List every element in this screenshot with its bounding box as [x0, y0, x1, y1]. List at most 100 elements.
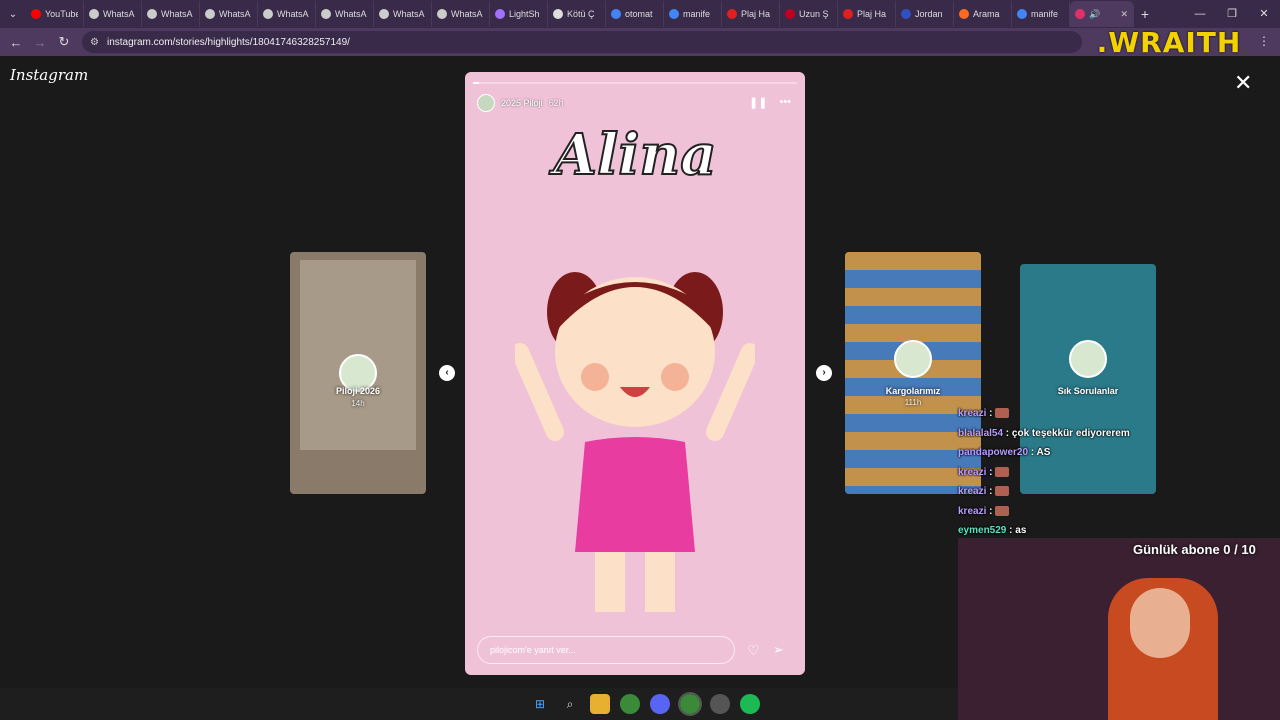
story-preview-left[interactable]: Piloji 2026 14h: [290, 252, 426, 494]
forward-arrow-icon[interactable]: →: [28, 35, 52, 50]
tab-label: Plaj Ha: [741, 9, 771, 19]
browser-tab[interactable]: Kötü Ç: [548, 1, 606, 27]
close-window-button[interactable]: ✕: [1248, 0, 1280, 28]
story-preview-avatar: [1069, 340, 1107, 378]
story-artwork-name: Alina: [553, 121, 718, 189]
tab-favicon-icon: [205, 9, 215, 19]
chrome-active-icon[interactable]: [678, 692, 702, 716]
heart-icon[interactable]: ♡: [747, 642, 760, 659]
browser-tab[interactable]: manife: [1012, 1, 1070, 27]
chat-separator: :: [986, 505, 996, 517]
address-bar-row: ← → ↻ ⚙ instagram.com/stories/highlights…: [0, 28, 1280, 56]
story-age: 62h: [548, 98, 564, 108]
tab-label: manife: [683, 9, 711, 19]
chat-separator: :: [1003, 427, 1012, 439]
tab-favicon-icon: [669, 9, 679, 19]
back-arrow-icon[interactable]: ←: [4, 35, 28, 50]
tab-favicon-icon: [901, 9, 911, 19]
tab-search-icon[interactable]: ⌄: [0, 0, 26, 28]
tab-label: Arama: [973, 9, 1000, 19]
browser-tab[interactable]: manife: [664, 1, 722, 27]
browser-tab[interactable]: Plaj Ha: [722, 1, 780, 27]
previous-story-arrow-icon[interactable]: ‹: [439, 365, 455, 381]
tab-favicon-icon: [437, 9, 447, 19]
browser-tab[interactable]: WhatsA: [432, 1, 490, 27]
browser-tab[interactable]: Jordan: [896, 1, 954, 27]
browser-tab[interactable]: WhatsA: [142, 1, 200, 27]
tab-favicon-icon: [89, 9, 99, 19]
tab-label: LightSh: [509, 9, 540, 19]
story-account-avatar[interactable]: [477, 94, 495, 112]
search-icon[interactable]: ⌕: [560, 694, 580, 714]
url-text: instagram.com/stories/highlights/1804174…: [106, 36, 350, 48]
tab-favicon-icon: [843, 9, 853, 19]
file-explorer-icon[interactable]: [590, 694, 610, 714]
instagram-logo[interactable]: Instagram: [10, 66, 88, 84]
chat-message: kreazi :: [958, 482, 1178, 502]
site-info-icon[interactable]: ⚙: [90, 37, 99, 48]
tab-label: WhatsA: [393, 9, 425, 19]
browser-tab[interactable]: Uzun Ş: [780, 1, 838, 27]
browser-tab[interactable]: WhatsA: [84, 1, 142, 27]
obs-icon[interactable]: [710, 694, 730, 714]
stream-chat-overlay: kreazi : blalalal54 : çok teşekkür ediyo…: [958, 404, 1178, 541]
url-field[interactable]: ⚙ instagram.com/stories/highlights/18041…: [82, 31, 1082, 53]
streamer-face: [1130, 588, 1190, 658]
reload-icon[interactable]: ↻: [52, 34, 76, 50]
tab-label: WhatsA: [335, 9, 367, 19]
more-options-icon[interactable]: •••: [779, 96, 791, 109]
chat-emote-icon: [995, 408, 1010, 419]
chat-emote-icon: [995, 466, 1010, 477]
tab-label: YouTube: [45, 9, 78, 19]
browser-tab[interactable]: YouTube: [26, 1, 84, 27]
tab-favicon-icon: [495, 9, 505, 19]
active-story[interactable]: 2025 Piloji 62h ❚❚ ••• Alina pilojicom'e…: [465, 72, 805, 675]
chat-separator: :: [1028, 447, 1037, 458]
chat-username: pandapower20: [958, 447, 1029, 458]
browser-tab[interactable]: LightSh: [490, 1, 548, 27]
browser-tab[interactable]: WhatsA: [374, 1, 432, 27]
streamer-webcam: [958, 538, 1280, 720]
browser-tab[interactable]: WhatsA: [200, 1, 258, 27]
tab-favicon-icon: [263, 9, 273, 19]
browser-tab[interactable]: WhatsA: [258, 1, 316, 27]
new-tab-button[interactable]: +: [1134, 6, 1156, 22]
tab-favicon-icon: [553, 9, 563, 19]
browser-menu-icon[interactable]: ⋮: [1258, 34, 1270, 48]
tab-label: WhatsA: [161, 9, 193, 19]
tab-label: Uzun Ş: [799, 9, 829, 19]
story-account-name[interactable]: 2025 Piloji: [501, 98, 543, 108]
windows-start-icon[interactable]: ⊞: [530, 694, 550, 714]
tab-label: WhatsA: [451, 9, 483, 19]
story-controls: ❚❚ •••: [749, 96, 791, 109]
chat-separator: :: [986, 466, 996, 478]
tab-label: WhatsA: [219, 9, 251, 19]
browser-tab[interactable]: Arama: [954, 1, 1012, 27]
story-preview-name: Sık Sorulanlar: [1057, 386, 1119, 396]
subscriber-goal: Günlük abone 0 / 10: [1133, 542, 1256, 557]
send-icon[interactable]: ➢: [773, 642, 784, 658]
close-tab-icon[interactable]: ✕: [1120, 9, 1128, 20]
chat-text: AS: [1036, 447, 1051, 458]
tab-favicon-icon: [379, 9, 389, 19]
story-reply-input[interactable]: pilojicom'e yanıt ver...: [477, 636, 735, 664]
chrome-icon[interactable]: [620, 694, 640, 714]
discord-icon[interactable]: [650, 694, 670, 714]
speaker-icon[interactable]: 🔊: [1089, 9, 1100, 20]
story-preview-name: Piloji 2026: [335, 386, 381, 396]
browser-tab[interactable]: WhatsA: [316, 1, 374, 27]
chat-text: çok teşekkür ediyorerem: [1011, 427, 1130, 439]
tab-favicon-icon: [785, 9, 795, 19]
chat-username: kreazi: [958, 486, 987, 497]
chat-separator: :: [986, 408, 996, 419]
close-stories-icon[interactable]: ✕: [1234, 70, 1252, 96]
browser-tab[interactable]: Plaj Ha: [838, 1, 896, 27]
chat-separator: :: [986, 486, 996, 497]
spotify-icon[interactable]: [740, 694, 760, 714]
browser-tab[interactable]: otomat: [606, 1, 664, 27]
next-story-arrow-icon[interactable]: ›: [816, 365, 832, 381]
chat-message: kreazi :: [958, 502, 1178, 522]
wraith-overlay-logo: .WRAITH: [1096, 25, 1242, 59]
pause-icon[interactable]: ❚❚: [749, 96, 767, 109]
chat-username: kreazi: [958, 466, 987, 478]
